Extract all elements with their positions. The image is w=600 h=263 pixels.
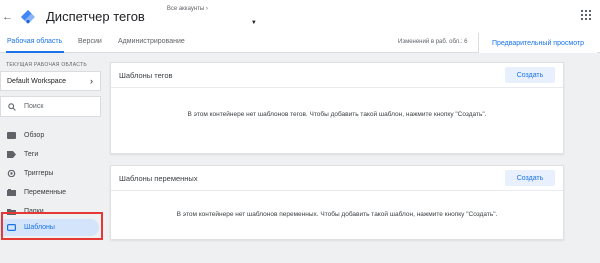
sidebar-item-overview[interactable]: Обзор: [0, 127, 99, 144]
divider: [111, 190, 563, 191]
dropdown-caret-icon[interactable]: ▼: [251, 20, 257, 26]
preview-button[interactable]: Предварительный просмотр: [478, 33, 597, 53]
empty-state-message: В этом контейнере нет шаблонов переменны…: [176, 211, 498, 218]
card-title: Шаблоны тегов: [119, 71, 173, 80]
sidebar-item-tags[interactable]: Теги: [0, 146, 99, 163]
top-app-bar: ← Диспетчер тегов Все аккаунты › ▼: [0, 0, 600, 33]
create-variable-template-button[interactable]: Создать: [505, 170, 555, 186]
sidebar-item-triggers[interactable]: Триггеры: [0, 165, 99, 182]
search-placeholder: Поиск: [24, 103, 44, 110]
tab-versions[interactable]: Версии: [78, 38, 102, 45]
back-arrow-icon[interactable]: ←: [2, 11, 14, 23]
workspace-name: Default Workspace: [7, 77, 67, 85]
account-label: Все аккаунты ›: [166, 5, 208, 12]
red-highlight-box: [1, 212, 103, 240]
chevron-right-icon: ›: [90, 76, 93, 86]
tag-templates-card: Шаблоны тегов Создать В этом контейнере …: [110, 62, 564, 154]
empty-state-message: В этом контейнере нет шаблонов тегов. Чт…: [187, 111, 487, 118]
sidebar: ТЕКУЩАЯ РАБОЧАЯ ОБЛАСТЬ Default Workspac…: [0, 53, 103, 263]
overview-icon: [7, 132, 16, 139]
sidebar-item-label: Переменные: [24, 189, 67, 196]
workspace-selector[interactable]: Default Workspace ›: [0, 71, 101, 91]
sidebar-item-label: Обзор: [24, 132, 45, 139]
app-title: Диспетчер тегов: [46, 9, 145, 24]
card-title: Шаблоны переменных: [119, 174, 198, 183]
tag-icon: [7, 151, 16, 158]
variable-templates-card: Шаблоны переменных Создать В этом контей…: [110, 165, 564, 240]
account-selector[interactable]: Все аккаунты › ▼: [167, 3, 257, 31]
workspace-tab-bar: Рабочая область Версии Администрирование…: [0, 33, 600, 53]
tab-admin[interactable]: Администрирование: [118, 38, 185, 45]
variable-icon: [7, 189, 16, 196]
trigger-icon: [7, 170, 16, 177]
sidebar-item-label: Теги: [24, 151, 39, 158]
divider: [111, 87, 563, 88]
search-icon: [8, 102, 16, 111]
apps-grid-icon[interactable]: [581, 10, 591, 20]
workspace-changes-count: Изменений в раб. обл.: 6: [398, 39, 468, 45]
sidebar-item-variables[interactable]: Переменные: [0, 184, 99, 201]
tab-workspace[interactable]: Рабочая область: [7, 38, 62, 45]
search-input[interactable]: Поиск: [0, 96, 101, 117]
workspace-section-label: ТЕКУЩАЯ РАБОЧАЯ ОБЛАСТЬ: [6, 62, 87, 68]
create-tag-template-button[interactable]: Создать: [505, 67, 555, 83]
sidebar-item-label: Триггеры: [24, 170, 54, 177]
tag-manager-logo-icon: [21, 9, 35, 24]
